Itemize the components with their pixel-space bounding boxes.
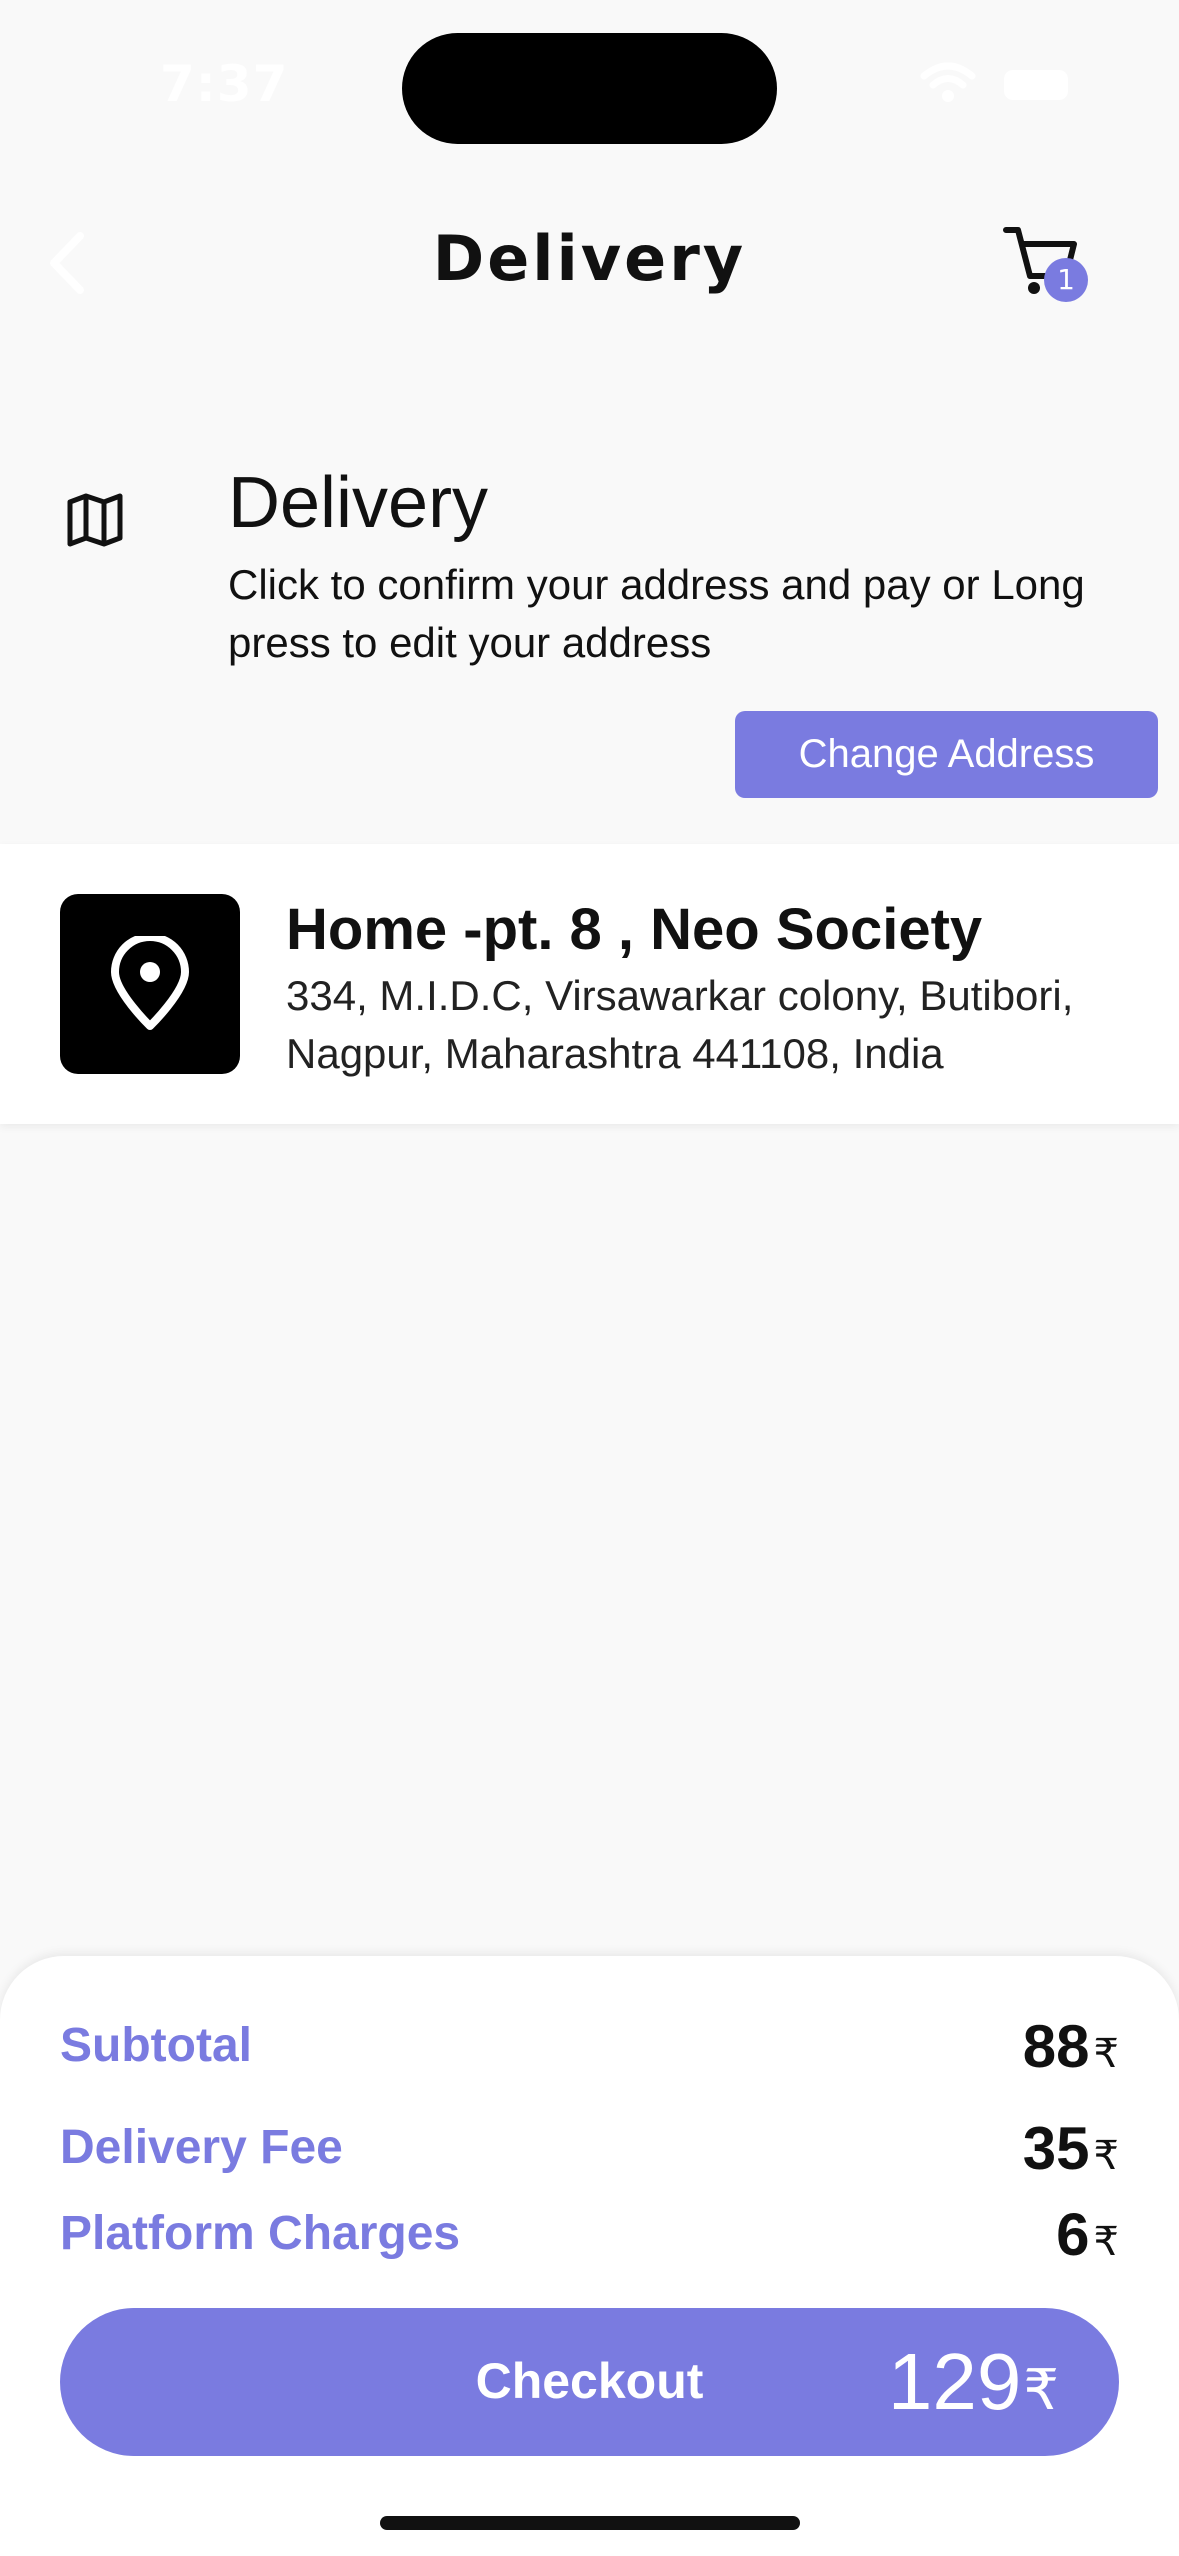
address-line-2: Nagpur, Maharashtra 441108, India: [286, 1030, 944, 1077]
subtotal-label: Subtotal: [60, 2019, 252, 2072]
platform-charges-label: Platform Charges: [60, 2207, 461, 2260]
address-name: Home -pt. 8 , Neo Society: [286, 897, 983, 962]
location-pin-icon: [111, 936, 189, 1030]
delivery-instructions: Click to confirm your address and pay or…: [228, 561, 1085, 666]
subtotal-value: 88 ₹: [1022, 2013, 1119, 2080]
address-card[interactable]: Home -pt. 8 , Neo Society 334, M.I.D.C, …: [0, 844, 1179, 1124]
checkout-total: 129 ₹: [887, 2337, 1059, 2426]
delivery-heading: Delivery: [228, 463, 489, 543]
wifi-icon: [920, 62, 976, 102]
address-line-1: 334, M.I.D.C, Virsawarkar colony, Butibo…: [286, 972, 1074, 1019]
checkout-button[interactable]: Checkout 129 ₹: [60, 2308, 1119, 2456]
address-pin-box: [60, 894, 240, 1074]
platform-charges-value: 6 ₹: [1056, 2201, 1119, 2268]
status-time: 7:37: [160, 55, 289, 113]
delivery-screen: 7:37 Delivery 1 Delivery Click to confir…: [0, 0, 1179, 2556]
home-indicator[interactable]: [380, 2516, 800, 2530]
map-icon: [67, 493, 123, 547]
delivery-fee-label: Delivery Fee: [60, 2121, 343, 2174]
cart-button[interactable]: 1: [1002, 220, 1102, 310]
dynamic-island: [402, 33, 777, 144]
battery-icon: [1004, 70, 1068, 100]
change-address-button[interactable]: Change Address: [735, 711, 1158, 798]
delivery-fee-value: 35 ₹: [1022, 2115, 1119, 2182]
cart-count-badge: 1: [1044, 258, 1088, 302]
